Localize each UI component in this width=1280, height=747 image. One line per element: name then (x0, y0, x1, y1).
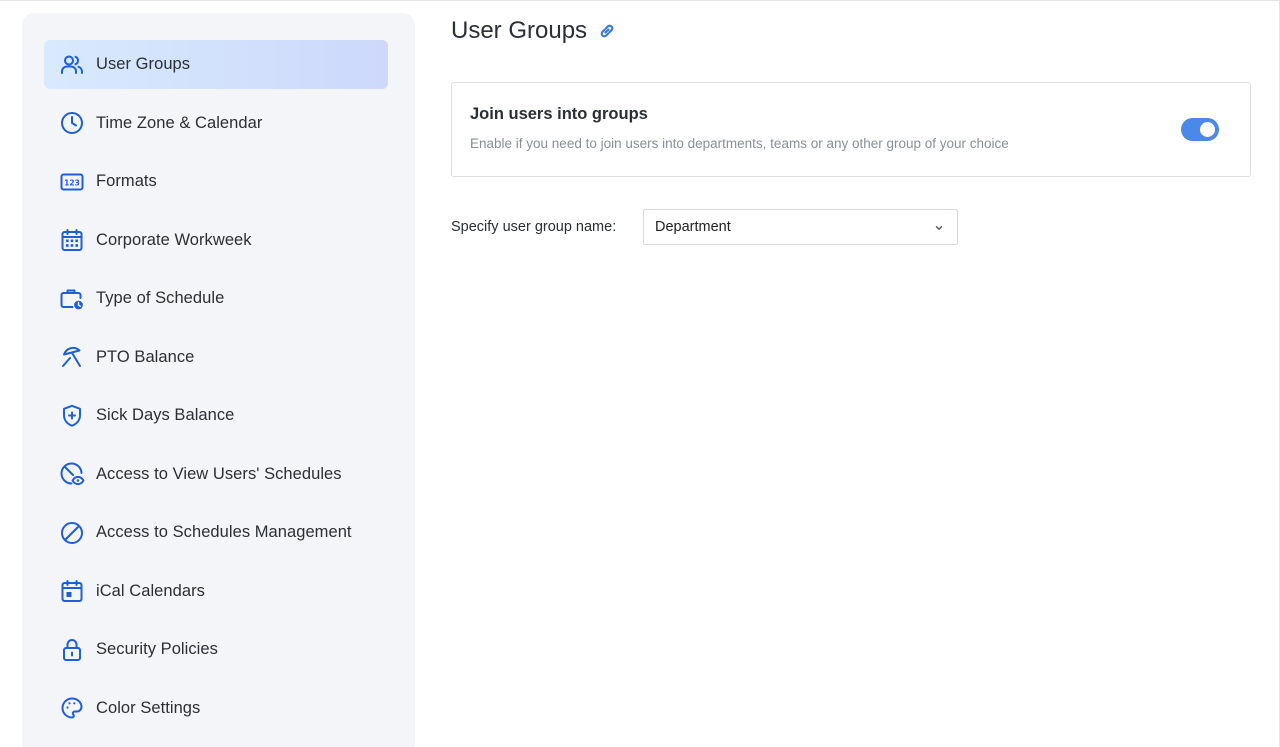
group-name-field: Specify user group name: Department (451, 209, 958, 245)
join-groups-toggle[interactable] (1181, 118, 1219, 141)
sidebar-item-color-settings[interactable]: Color Settings (44, 684, 388, 733)
lock-icon (59, 637, 85, 663)
sidebar-item-pto-balance[interactable]: PTO Balance (44, 333, 388, 382)
join-groups-title: Join users into groups (470, 105, 648, 123)
settings-page: User Groups Time Zone & Calendar 123 For… (0, 0, 1280, 747)
beach-umbrella-icon (59, 344, 85, 370)
forbidden-icon (59, 520, 85, 546)
sidebar-item-label: User Groups (96, 55, 191, 73)
sidebar-item-time-zone-calendar[interactable]: Time Zone & Calendar (44, 99, 388, 148)
sidebar-item-label: Access to Schedules Management (96, 523, 352, 541)
sidebar-item-label: Sick Days Balance (96, 406, 235, 424)
sidebar-item-label: Corporate Workweek (96, 230, 252, 249)
users-icon (59, 52, 85, 78)
group-name-value: Department (655, 219, 731, 235)
sidebar-item-label: Type of Schedule (96, 289, 225, 307)
link-icon[interactable] (597, 21, 617, 41)
sidebar-item-sick-days-balance[interactable]: Sick Days Balance (44, 391, 388, 440)
page-header: User Groups (451, 17, 617, 45)
palette-icon (59, 695, 85, 721)
join-groups-description: Enable if you need to join users into de… (470, 136, 1009, 151)
svg-text:123: 123 (64, 178, 80, 187)
calendar-icon (59, 578, 85, 604)
sidebar-item-label: Color Settings (96, 698, 201, 717)
sidebar-item-ical-calendars[interactable]: iCal Calendars (44, 567, 388, 616)
sidebar-item-formats[interactable]: 123 Formats (44, 157, 388, 206)
medical-shield-icon (59, 403, 85, 429)
join-groups-card: Join users into groups Enable if you nee… (451, 82, 1251, 177)
settings-sidebar: User Groups Time Zone & Calendar 123 For… (22, 13, 415, 747)
view-access-icon (59, 461, 85, 487)
briefcase-clock-icon (59, 286, 85, 312)
chevron-down-icon (935, 226, 943, 230)
sidebar-item-label: Formats (96, 172, 157, 190)
sidebar-item-corporate-workweek[interactable]: Corporate Workweek (44, 216, 388, 265)
sidebar-item-user-groups[interactable]: User Groups (44, 40, 388, 89)
sidebar-item-label: Security Policies (96, 640, 218, 658)
sidebar-item-security-policies[interactable]: Security Policies (44, 625, 388, 674)
sidebar-item-schedules-management[interactable]: Access to Schedules Management (44, 508, 388, 557)
page-title: User Groups (451, 17, 588, 44)
group-name-label: Specify user group name: (451, 219, 617, 235)
sidebar-item-view-access[interactable]: Access to View Users' Schedules (44, 450, 388, 499)
group-name-select[interactable]: Department (643, 209, 958, 245)
sidebar-item-label: iCal Calendars (96, 581, 205, 600)
clock-icon (59, 110, 85, 136)
sidebar-item-label: Time Zone & Calendar (96, 113, 263, 132)
calendar-grid-icon (59, 227, 85, 253)
sidebar-item-label: PTO Balance (96, 347, 195, 366)
sidebar-item-label: Access to View Users' Schedules (96, 464, 342, 483)
toggle-knob (1200, 122, 1215, 137)
number-format-icon: 123 (59, 169, 85, 195)
sidebar-item-type-of-schedule[interactable]: Type of Schedule (44, 274, 388, 323)
